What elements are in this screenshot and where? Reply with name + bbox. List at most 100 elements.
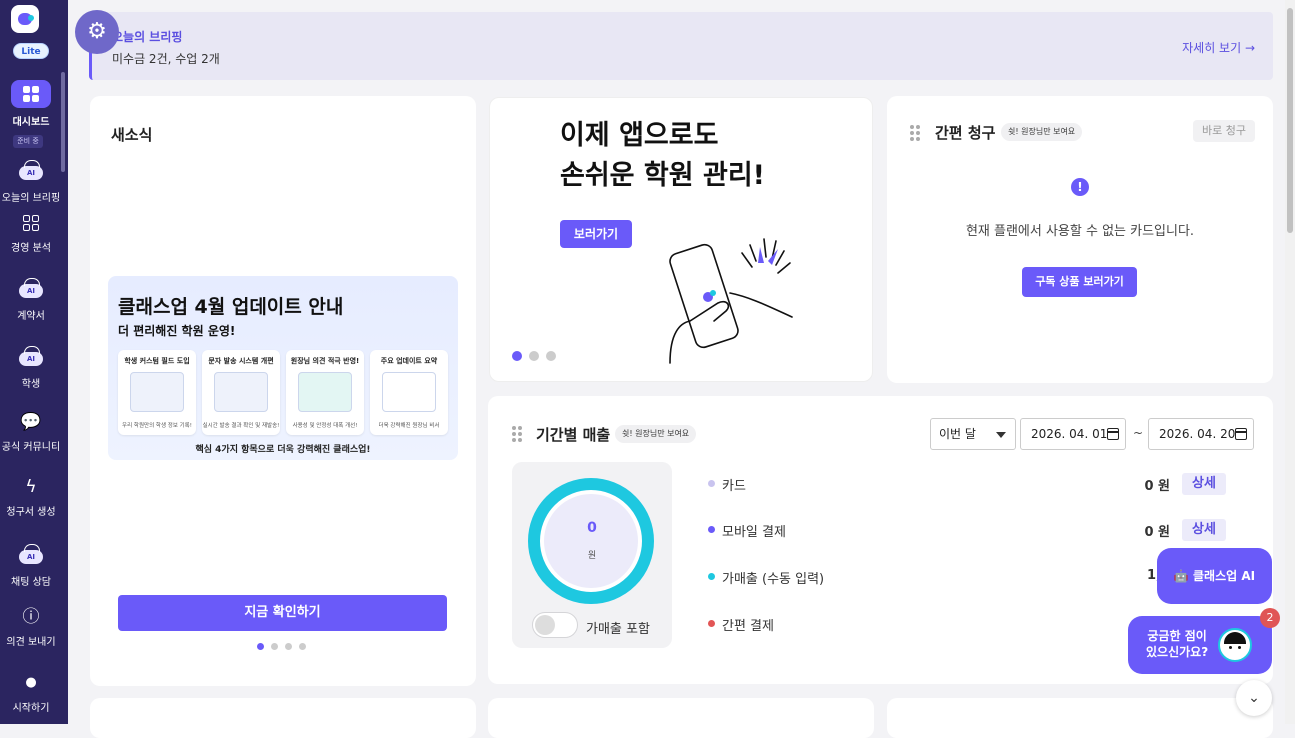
detail-button[interactable]: 상세 <box>1182 519 1226 541</box>
grid-icon <box>20 212 42 234</box>
megaphone-illustration <box>298 372 352 412</box>
sales-total-unit: 원 <box>587 551 597 561</box>
sidebar-item-invoice[interactable]: ϟ 청구서 생성 <box>0 476 62 518</box>
update-card: 원장님 의견 적극 반영! 사용성 및 안정성 대폭 개선! <box>286 350 364 435</box>
sidebar-item-label: 경영 분석 <box>11 243 51 254</box>
date-separator: ~ <box>1133 426 1144 440</box>
sidebar-item-briefing[interactable]: AI 오늘의 브리핑 <box>0 160 62 204</box>
sales-donut-panel: 0 원 가매출 포함 <box>512 462 672 648</box>
sales-row-value: 0 원 <box>1144 525 1170 540</box>
date-to-value: 2026. 04. 20 <box>1159 427 1236 441</box>
app-promo-line1: 이제 앱으로도 <box>560 120 719 151</box>
update-card-caption: 우리 학원만의 학생 정보 기록! <box>122 423 192 429</box>
dashboard-card <box>90 698 476 738</box>
date-to-input[interactable]: 2026. 04. 20 <box>1148 418 1254 450</box>
classup-ai-button[interactable]: 🤖 클래스업 AI <box>1157 548 1272 604</box>
update-card: 문자 발송 시스템 개편 실시간 발송 결과 확인 및 재발송! <box>202 350 280 435</box>
news-card: 새소식 클래스업 4월 업데이트 안내 더 편리해진 학원 운영! 학생 커스텀… <box>90 96 476 686</box>
coming-soon-tag: 준비 중 <box>13 135 43 148</box>
update-card-title: 원장님 의견 적극 반영! <box>290 357 360 365</box>
sidebar-item-contract[interactable]: AI 계약서 <box>0 278 62 322</box>
banner-headline: 클래스업 4월 업데이트 안내 <box>118 296 344 318</box>
sales-row-label: 카드 <box>722 479 746 494</box>
sidebar-item-label: 의견 보내기 <box>6 637 56 648</box>
briefing-summary: 미수금 2건, 수업 2개 <box>112 52 220 66</box>
news-banner[interactable]: 클래스업 4월 업데이트 안내 더 편리해진 학원 운영! 학생 커스텀 필드 … <box>108 276 458 460</box>
update-card-title: 문자 발송 시스템 개편 <box>208 357 274 365</box>
page-scrollbar[interactable] <box>1285 0 1295 724</box>
sales-row-card: 카드 0 원 상세 <box>708 473 1248 495</box>
lightning-icon: ϟ <box>25 477 37 497</box>
ai-student-icon: AI <box>19 346 43 370</box>
support-avatar-icon <box>1218 628 1252 662</box>
gear-icon[interactable]: ⚙ <box>75 10 119 54</box>
legend-bullet <box>708 526 715 533</box>
phone-illustration <box>669 238 793 364</box>
sidebar-item-feedback[interactable]: ⓘ 의견 보내기 <box>0 606 62 648</box>
app-logo[interactable] <box>11 5 39 33</box>
sales-row-mobile: 모바일 결제 0 원 상세 <box>708 519 1248 541</box>
start-icon: ● <box>25 675 37 690</box>
news-title: 새소식 <box>111 126 153 144</box>
calendar-icon[interactable] <box>1235 428 1247 440</box>
update-card-caption: 사용성 및 안정성 대폭 개선! <box>292 423 358 429</box>
sidebar-item-label: 학생 <box>21 379 41 390</box>
sales-row-label: 간편 결제 <box>722 619 774 634</box>
quick-bill-button[interactable]: 바로 청구 <box>1193 120 1255 142</box>
update-card-title: 주요 업데이트 요약 <box>380 357 438 365</box>
period-select[interactable]: 이번 달 <box>930 418 1016 450</box>
sidebar-item-community[interactable]: 💬 공식 커뮤니티 <box>0 411 62 453</box>
sidebar-item-label: 시작하기 <box>12 703 50 714</box>
briefing-more-link[interactable]: 자세히 보기 → <box>1182 39 1255 56</box>
help-chat-button[interactable]: 궁금한 점이 있으신가요? <box>1128 616 1272 674</box>
news-cta-button[interactable]: 지금 확인하기 <box>118 595 447 631</box>
include-estimated-toggle[interactable] <box>532 612 578 638</box>
sidebar-item-dashboard[interactable]: 대시보드 <box>0 80 62 128</box>
sidebar-item-label: 대시보드 <box>12 117 50 128</box>
detail-button[interactable]: 상세 <box>1182 473 1226 495</box>
quick-bill-message: 현재 플랜에서 사용할 수 없는 카드입니다. <box>965 224 1195 239</box>
update-card: 주요 업데이트 요약 더욱 강력해진 원장님 비서 <box>370 350 448 435</box>
sidebar-item-analysis[interactable]: 경영 분석 <box>0 212 62 254</box>
banner-footer: 핵심 4가지 항목으로 더욱 강력해진 클래스업! <box>195 445 371 455</box>
sidebar-item-label: 채팅 상담 <box>11 577 51 588</box>
quick-bill-card: 간편 청구 쉿! 원장님만 보여요 바로 청구 ! 현재 플랜에서 사용할 수 … <box>887 96 1273 383</box>
briefing-title: 오늘의 브리핑 <box>112 30 183 44</box>
app-promo-card: 이제 앱으로도 손쉬운 학원 관리! 보러가기 <box>489 97 873 382</box>
dashboard-card <box>488 698 874 738</box>
sidebar-item-label: 공식 커뮤니티 <box>1 442 61 453</box>
sidebar-item-label: 계약서 <box>17 311 45 322</box>
calendar-icon[interactable] <box>1107 428 1119 440</box>
ai-badge-icon: AI <box>19 160 43 184</box>
info-icon: ! <box>1071 178 1089 196</box>
sidebar-item-start[interactable]: ● 시작하기 <box>0 672 62 714</box>
date-from-input[interactable]: 2026. 04. 01 <box>1020 418 1126 450</box>
help-line2: 있으신가요? <box>1146 645 1209 659</box>
sidebar-item-student[interactable]: AI 학생 <box>0 346 62 390</box>
subscription-cta-button[interactable]: 구독 상품 보러가기 <box>1022 267 1137 297</box>
sidebar-item-label: 오늘의 브리핑 <box>1 193 61 204</box>
sidebar-item-chat[interactable]: AI 채팅 상담 <box>0 544 62 588</box>
legend-bullet <box>708 573 715 580</box>
plan-badge: Lite <box>13 43 49 59</box>
update-card-title: 학생 커스텀 필드 도입 <box>124 357 190 365</box>
chevron-down-icon[interactable]: ⌄ <box>1236 680 1272 716</box>
notification-count-badge: 2 <box>1260 608 1280 628</box>
news-carousel-dots[interactable] <box>257 643 306 650</box>
app-promo-carousel-dots[interactable] <box>512 351 556 361</box>
dashboard-icon <box>11 80 51 108</box>
feedback-icon: ⓘ <box>22 607 40 627</box>
drag-handle-icon[interactable] <box>512 426 522 442</box>
app-promo-button[interactable]: 보러가기 <box>560 220 632 248</box>
sales-title: 기간별 매출 <box>536 426 611 444</box>
document-illustration <box>382 372 436 412</box>
form-illustration <box>130 372 184 412</box>
app-promo-heading: 이제 앱으로도 손쉬운 학원 관리! <box>560 116 765 196</box>
classup-ai-label: 클래스업 AI <box>1193 569 1256 583</box>
phone-illustration <box>214 372 268 412</box>
sales-row-value: 0 원 <box>1144 479 1170 494</box>
sales-row-label: 가매출 (수동 입력) <box>722 572 825 587</box>
sidebar: Lite 대시보드 준비 중 AI 오늘의 브리핑 경영 분석 AI 계약서 A… <box>0 0 68 724</box>
legend-bullet <box>708 620 715 627</box>
drag-handle-icon[interactable] <box>910 125 920 141</box>
